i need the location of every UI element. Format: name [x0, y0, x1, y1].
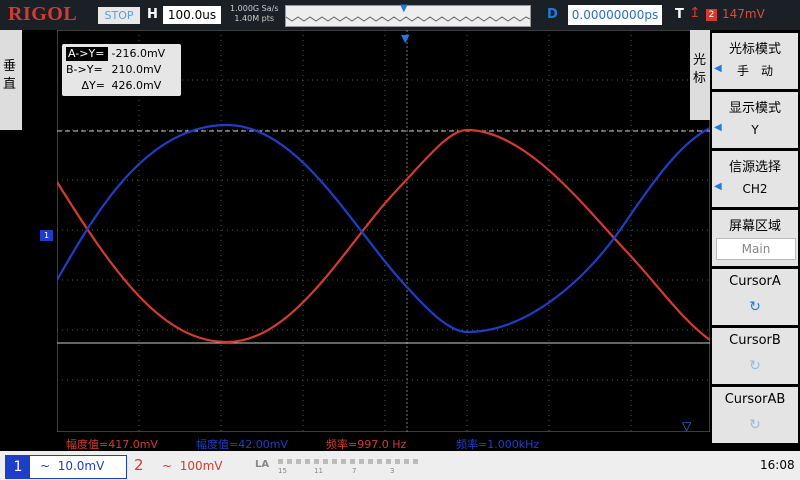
menu-cursor-a-title: CursorA: [729, 274, 781, 289]
menu-cursor-b[interactable]: CursorB ↻: [712, 328, 798, 384]
knob-icon: ↻: [749, 299, 761, 315]
trigger-level[interactable]: 147mV: [722, 7, 765, 21]
vertical-tab-label: 垂直: [3, 59, 17, 92]
menu-source-select-value: CH2: [742, 182, 768, 196]
measurement-ch2-amplitude: 幅度值=417.0mV: [66, 438, 158, 451]
menu-cursor-ab[interactable]: CursorAB ↻: [712, 387, 798, 443]
logic-analyzer-status[interactable]: LA 15 11 7 3: [252, 456, 462, 476]
ac-coupling-icon: ~: [40, 459, 51, 473]
knob-icon: ↻: [749, 358, 761, 374]
ch2-number: 2: [134, 456, 144, 474]
ch2-status[interactable]: 2 ~ 100mV: [130, 455, 245, 477]
rising-edge-icon: ↥: [689, 5, 701, 21]
trigger-source: 2: [706, 9, 717, 21]
scroll-down-icon: ▽: [682, 419, 692, 432]
menu-display-mode-value: Y: [751, 123, 759, 137]
horizontal-label: H: [147, 7, 158, 22]
measurement-ch1-amplitude: 幅度值=42.00mV: [196, 438, 288, 451]
measurement-ch2-frequency: 频率=997.0 Hz: [326, 438, 407, 451]
menu-cursor-a[interactable]: CursorA ↻: [712, 269, 798, 325]
acquisition-info: 1.000G Sa/s 1.40M pts: [230, 4, 279, 24]
memory-overview: [285, 5, 531, 27]
ch1-status[interactable]: 1 ~ 10.0mV: [5, 455, 127, 479]
cursor-delta-value: 426.0mV: [111, 79, 162, 92]
memory-overview-waveform: [286, 16, 530, 22]
cursor-a-row: A->Y= -216.0mV: [66, 47, 165, 61]
sample-rate: 1.000G Sa/s: [230, 4, 279, 13]
menu-display-mode[interactable]: 显示模式 ◀ Y: [712, 92, 798, 148]
menu-cursor-b-title: CursorB: [729, 333, 781, 348]
delay-value[interactable]: 0.00000000ps: [568, 5, 662, 25]
vertical-menu-tab[interactable]: 垂直: [0, 30, 22, 130]
ac-coupling-icon: ~: [162, 459, 173, 473]
ch1-offset-marker[interactable]: 1: [40, 230, 53, 241]
ch2-scale: 100mV: [179, 459, 223, 473]
timebase-value[interactable]: 100.0us: [163, 6, 221, 24]
menu-display-mode-title: 显示模式: [728, 101, 781, 116]
trigger-label: T: [675, 7, 684, 22]
softkey-menu: 光标模式 ◀ 手 动 显示模式 ◀ Y 信源选择 ◀ CH2 屏幕区域 Main…: [710, 30, 800, 451]
memory-depth: 1.40M pts: [234, 14, 275, 23]
cursor-tab-label: 光标: [693, 53, 707, 86]
status-bar: RIGOL STOP H 100.0us 1.000G Sa/s 1.40M p…: [0, 0, 800, 30]
menu-source-select-title: 信源选择: [728, 160, 781, 175]
ch2-coupling-scale: ~ 100mV: [162, 459, 223, 473]
menu-source-select[interactable]: 信源选择 ◀ CH2: [712, 151, 798, 207]
cursor-delta-row: ΔY= 426.0mV: [66, 79, 162, 93]
cursor-b-value: 210.0mV: [111, 63, 162, 76]
cursor-delta-label: ΔY=: [81, 79, 105, 92]
cursor-menu-tab[interactable]: 光标: [690, 30, 710, 120]
menu-cursor-mode[interactable]: 光标模式 ◀ 手 动: [712, 33, 798, 89]
menu-screen-region-value: Main: [716, 238, 796, 260]
la-channel-number: 15: [278, 467, 287, 475]
cursor-a-label: A->Y=: [66, 47, 108, 61]
trigger-marker-icon: ▼: [401, 32, 410, 45]
delay-label: D: [547, 7, 558, 22]
la-channel-number: 11: [314, 467, 323, 475]
cursor-a-value: -216.0mV: [111, 47, 166, 60]
cursor-readout: A->Y= -216.0mV B->Y= 210.0mV ΔY= 426.0mV: [62, 44, 181, 96]
trigger-position-icon: ▼: [400, 3, 408, 14]
menu-screen-region[interactable]: 屏幕区域 Main: [712, 210, 798, 266]
run-stop-status[interactable]: STOP: [98, 7, 140, 24]
la-channel-number: 3: [390, 467, 395, 475]
la-label: LA: [255, 459, 270, 470]
ch1-number: 1: [6, 456, 30, 478]
menu-screen-region-title: 屏幕区域: [728, 219, 781, 234]
menu-cursor-mode-value: 手 动: [736, 64, 773, 78]
clock: 16:08: [760, 458, 795, 472]
knob-icon: ↻: [749, 417, 761, 433]
cursor-b-label: B->Y=: [66, 63, 103, 76]
la-channel-indicators: [278, 459, 418, 464]
ch1-coupling-scale: ~ 10.0mV: [40, 459, 104, 473]
ch1-scale: 10.0mV: [57, 459, 105, 473]
menu-cursor-ab-title: CursorAB: [724, 392, 786, 407]
la-channel-number: 7: [352, 467, 357, 475]
cursor-b-row: B->Y= 210.0mV: [66, 63, 161, 77]
menu-cursor-mode-title: 光标模式: [728, 42, 781, 57]
brand-logo: RIGOL: [8, 3, 78, 25]
measurement-ch1-frequency: 频率=1.000kHz: [456, 438, 540, 451]
